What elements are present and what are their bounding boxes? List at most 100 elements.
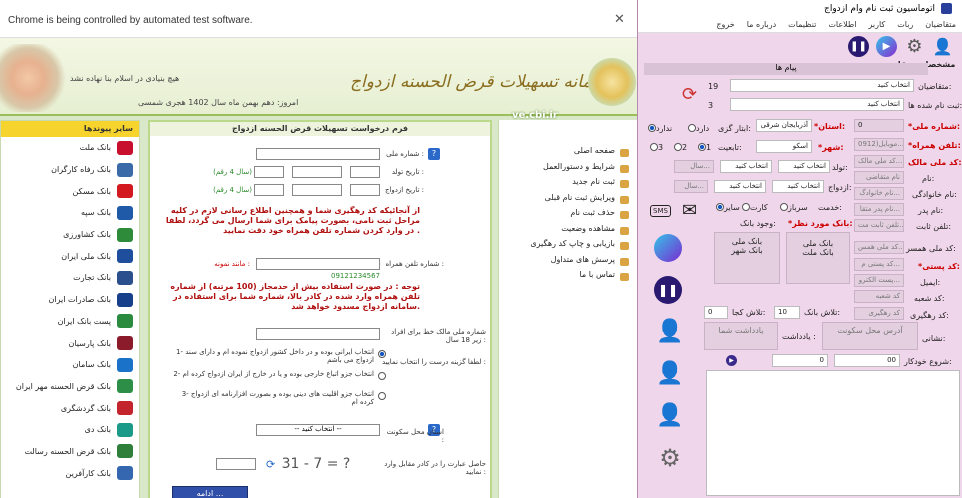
birth-day-select[interactable]: انتخاب کنید bbox=[778, 160, 830, 173]
auto-minute-select[interactable]: 0 bbox=[772, 354, 828, 367]
service-other-radio[interactable] bbox=[716, 203, 724, 211]
has-radio[interactable] bbox=[688, 124, 696, 132]
where-tries-spinner[interactable]: 0 bbox=[704, 306, 728, 319]
refresh-captcha-icon[interactable]: ⟳ bbox=[266, 458, 275, 471]
help-icon[interactable]: ? bbox=[428, 148, 440, 160]
continue-button[interactable]: ادامه ... bbox=[172, 486, 248, 498]
menu-item[interactable]: پرسش های متداول bbox=[499, 255, 637, 271]
bank-link[interactable]: پست بانک ایران bbox=[1, 311, 139, 333]
bank-link[interactable]: بانک قرض الحسنه مهر ایران bbox=[1, 376, 139, 398]
branch-code-input[interactable]: کد شعبه bbox=[854, 290, 904, 303]
bank-link[interactable]: بانک ملت bbox=[1, 137, 139, 159]
preferred-bank-list[interactable]: بانک ملی بانک ملت bbox=[786, 232, 850, 284]
bank-link[interactable]: بانک گردشگری bbox=[1, 397, 139, 419]
bank-tries-spinner[interactable]: 10 bbox=[774, 306, 800, 319]
spouse-code-input[interactable]: کد ملی همس... bbox=[854, 241, 904, 254]
birth-year-input[interactable]: سال... bbox=[674, 160, 714, 173]
refresh-icon[interactable]: ⟳ bbox=[682, 84, 697, 105]
email-icon[interactable]: ✉ bbox=[682, 200, 697, 221]
marriage-year-input[interactable]: سال... bbox=[674, 180, 708, 193]
birth-day-input[interactable] bbox=[350, 166, 380, 178]
province-select[interactable]: آذربایجان شرقی bbox=[756, 119, 812, 132]
pause-icon[interactable]: ❚❚ bbox=[848, 35, 869, 57]
menu-item[interactable]: حذف ثبت نام bbox=[499, 208, 637, 224]
bank-link[interactable]: بانک قرض الحسنه رسالت bbox=[1, 441, 139, 463]
bank-link[interactable]: بانک کشاورزی bbox=[1, 224, 139, 246]
edit-user-icon[interactable]: 👤 bbox=[656, 360, 684, 388]
mobile-input[interactable]: موبایل(0912... bbox=[854, 138, 904, 151]
delete-user-icon[interactable]: 👤 bbox=[656, 402, 684, 430]
marriage-month-select[interactable]: انتخاب کنید bbox=[714, 180, 766, 193]
gear-icon[interactable]: ⚙ bbox=[904, 36, 925, 57]
owner-code-input[interactable]: کد ملی مالک... bbox=[854, 155, 904, 168]
captcha-input[interactable] bbox=[216, 458, 256, 470]
menu-item[interactable]: ثبت نام جدید bbox=[499, 177, 637, 193]
email-input[interactable]: پست الکترو... bbox=[854, 274, 904, 287]
menu-user[interactable]: کاربر bbox=[868, 20, 885, 29]
play-icon[interactable] bbox=[654, 234, 682, 262]
postal-code-input[interactable]: کد پستی م... bbox=[854, 258, 904, 271]
menu-about[interactable]: درباره ما bbox=[747, 20, 776, 29]
father-input[interactable]: نام پدر متقا... bbox=[854, 203, 904, 216]
bank-link[interactable]: بانک سپه bbox=[1, 202, 139, 224]
nationality-3-radio[interactable] bbox=[650, 143, 658, 151]
bank-link[interactable]: بانک ملی ایران bbox=[1, 245, 139, 267]
option-1-radio[interactable] bbox=[378, 350, 386, 358]
none-radio[interactable] bbox=[648, 124, 656, 132]
available-bank-list[interactable]: بانک ملی بانک شهر bbox=[714, 232, 780, 284]
pause-icon[interactable]: ❚❚ bbox=[654, 276, 682, 304]
add-user-icon[interactable]: 👤 bbox=[932, 36, 953, 57]
menu-robot[interactable]: ربات bbox=[897, 20, 913, 29]
close-icon[interactable]: ✕ bbox=[614, 12, 625, 27]
family-input[interactable]: نام خانوادگ... bbox=[854, 187, 904, 200]
bank-link[interactable]: بانک مسکن bbox=[1, 180, 139, 202]
menu-info[interactable]: اطلاعات bbox=[828, 20, 856, 29]
menu-item[interactable]: بازیابی و چاپ کد رهگیری bbox=[499, 239, 637, 255]
log-area[interactable] bbox=[706, 370, 960, 496]
bank-link[interactable]: بانک رفاه کارگران bbox=[1, 159, 139, 181]
messages-tab[interactable]: پیام ها bbox=[644, 63, 928, 75]
bank-link[interactable]: بانک سامان bbox=[1, 354, 139, 376]
play-icon[interactable]: ▶ bbox=[876, 35, 897, 57]
bank-link[interactable]: بانک صادرات ایران bbox=[1, 289, 139, 311]
menu-applicants[interactable]: متقاضیان bbox=[925, 20, 956, 29]
marriage-day-input[interactable] bbox=[350, 184, 380, 196]
menu-settings[interactable]: تنظیمات bbox=[788, 20, 816, 29]
note-input[interactable]: یادداشت شما bbox=[704, 322, 778, 350]
bank-link[interactable]: بانک کارآفرین bbox=[1, 462, 139, 484]
birth-month-select[interactable]: انتخاب کنید bbox=[720, 160, 772, 173]
nationality-1-radio[interactable] bbox=[698, 143, 706, 151]
marriage-month-select[interactable] bbox=[292, 184, 342, 196]
menu-exit[interactable]: خروج bbox=[716, 20, 734, 29]
menu-item[interactable]: مشاهده وضعیت bbox=[499, 224, 637, 240]
menu-item[interactable]: تماس با ما bbox=[499, 270, 637, 286]
province-select[interactable]: -- انتخاب کنید -- bbox=[256, 424, 380, 436]
tracking-code-input[interactable]: کد رهگیری bbox=[854, 307, 904, 320]
owner-code-input[interactable] bbox=[256, 328, 380, 340]
menu-item[interactable]: ویرایش ثبت نام قبلی bbox=[499, 193, 637, 209]
national-code-input[interactable] bbox=[256, 148, 380, 160]
applicants-select[interactable]: انتخاب کنید bbox=[730, 79, 914, 92]
bank-link[interactable]: بانک تجارت bbox=[1, 267, 139, 289]
city-select[interactable]: اسکو bbox=[756, 140, 812, 153]
birth-year-input[interactable] bbox=[254, 166, 284, 178]
add-user-icon[interactable]: 👤 bbox=[656, 318, 684, 346]
sms-icon[interactable]: SMS bbox=[650, 205, 671, 217]
service-card-radio[interactable] bbox=[742, 203, 750, 211]
service-soldier-radio[interactable] bbox=[780, 203, 788, 211]
birth-month-select[interactable] bbox=[292, 166, 342, 178]
nationality-2-radio[interactable] bbox=[674, 143, 682, 151]
bank-link[interactable]: بانک پارسیان bbox=[1, 332, 139, 354]
national-code-input[interactable]: 0 bbox=[854, 119, 904, 132]
auto-start-play-icon[interactable]: ▶ bbox=[726, 355, 737, 366]
marriage-day-select[interactable]: انتخاب کنید bbox=[772, 180, 824, 193]
registered-select[interactable]: انتخاب کنید bbox=[730, 98, 904, 111]
menu-item[interactable]: شرایط و دستورالعمل bbox=[499, 162, 637, 178]
name-input[interactable]: نام متقاضی bbox=[854, 171, 904, 184]
option-3-radio[interactable] bbox=[378, 392, 386, 400]
mobile-input[interactable] bbox=[256, 258, 380, 270]
menu-item[interactable]: صفحه اصلی bbox=[499, 146, 637, 162]
gear-icon[interactable]: ⚙ bbox=[656, 444, 684, 472]
bank-link[interactable]: بانک دی bbox=[1, 419, 139, 441]
address-input[interactable]: آدرس محل سکونت bbox=[822, 322, 918, 350]
